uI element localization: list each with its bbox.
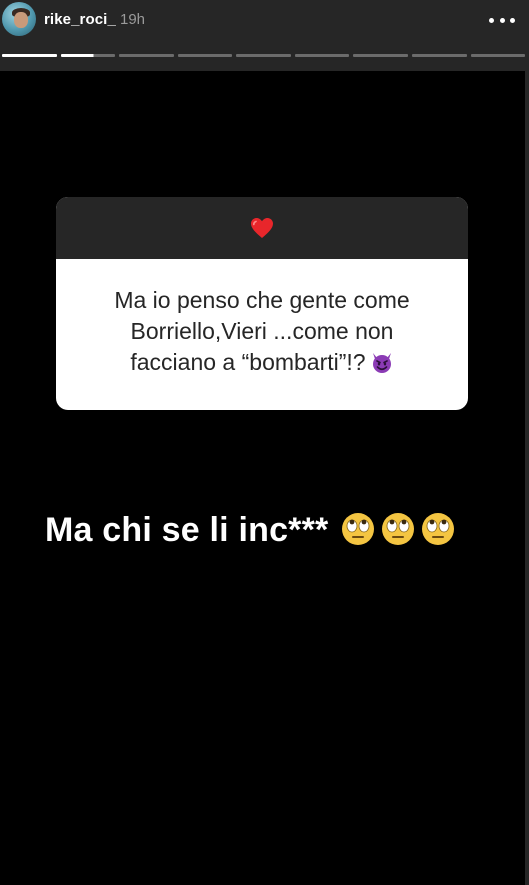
smiling-devil-icon: [372, 353, 391, 373]
progress-segment: [119, 54, 174, 57]
question-line: Ma io penso che gente come: [114, 287, 410, 313]
question-text: Ma io penso che gente come Borriello,Vie…: [56, 259, 468, 378]
question-sticker-header: [56, 197, 468, 259]
answer-caption: Ma chi se li inc***: [45, 511, 456, 550]
dot: [510, 17, 515, 23]
question-line: facciano a “bombarti”!?: [78, 347, 446, 378]
story-viewer: rike_roci_ 19h Ma io penso che gente com…: [0, 0, 529, 885]
story-content[interactable]: Ma io penso che gente come Borriello,Vie…: [0, 71, 525, 885]
progress-segment: [470, 54, 526, 57]
progress-segment: [60, 54, 116, 57]
progress-segment: [353, 54, 408, 57]
more-horizontal-icon[interactable]: [489, 15, 515, 25]
progress-segment: [177, 54, 233, 57]
face-with-rolling-eyes-icon: [422, 513, 455, 545]
question-line: Borriello,Vieri ...come non: [130, 318, 394, 344]
avatar[interactable]: [2, 2, 36, 36]
story-progress-bar: [2, 54, 526, 57]
avatar-face: [14, 12, 28, 28]
dot: [499, 17, 505, 23]
face-with-rolling-eyes-icon: [382, 513, 415, 545]
progress-segment: [411, 54, 467, 57]
heart-icon: [251, 218, 273, 238]
answer-text: Ma chi se li inc***: [45, 511, 329, 549]
story-header: rike_roci_ 19h: [0, 0, 529, 56]
timestamp: 19h: [120, 11, 146, 28]
progress-segment: [2, 54, 57, 57]
dot: [489, 17, 494, 23]
progress-segment: [294, 54, 350, 57]
question-line-text: facciano a “bombarti”!?: [130, 349, 366, 375]
face-with-rolling-eyes-icon: [342, 513, 375, 545]
username[interactable]: rike_roci_: [44, 11, 116, 28]
progress-segment: [236, 54, 291, 57]
question-sticker: Ma io penso che gente come Borriello,Vie…: [56, 197, 468, 410]
